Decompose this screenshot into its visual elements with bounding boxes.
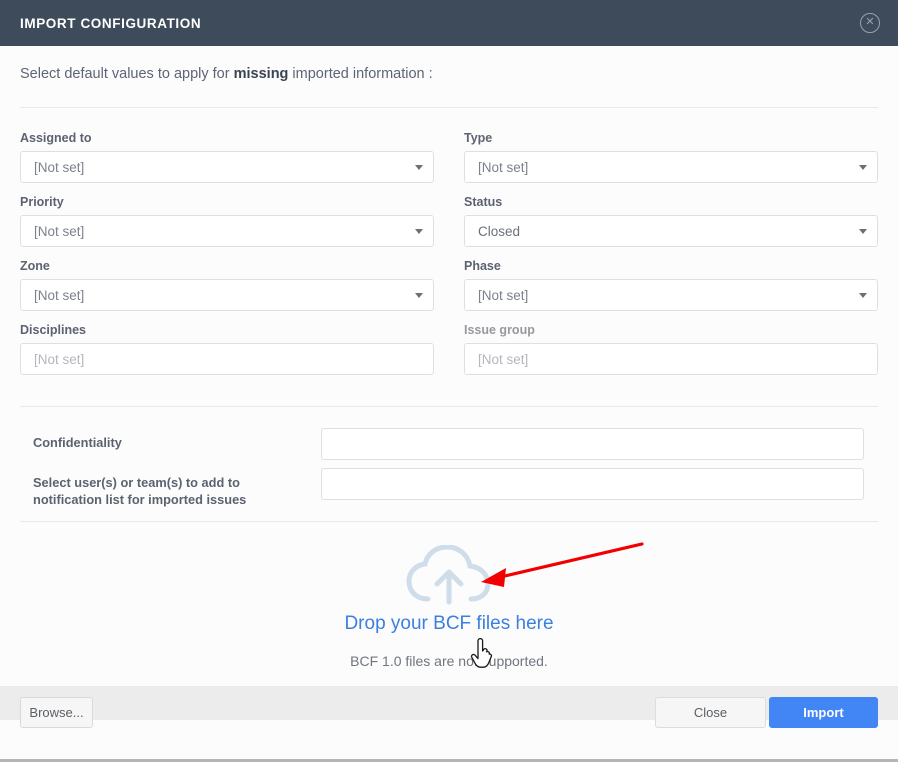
field-label: Phase xyxy=(464,259,501,273)
field-value: Closed xyxy=(478,223,521,239)
field-value: [Not set] xyxy=(34,223,85,239)
field-status: Status Closed xyxy=(464,194,878,247)
field-priority: Priority [Not set] xyxy=(20,194,434,247)
field-value: [Not set] xyxy=(34,351,85,367)
browse-button[interactable]: Browse... xyxy=(20,697,93,728)
divider-middle xyxy=(20,406,878,407)
intro-after: imported information : xyxy=(288,66,433,82)
dialog-footer: Browse... Close Import xyxy=(0,697,898,731)
disciplines-input[interactable]: [Not set] xyxy=(20,343,434,375)
field-label: Issue group xyxy=(464,323,535,337)
divider-bottom xyxy=(20,521,878,522)
field-label: Assigned to xyxy=(20,131,92,145)
dialog-titlebar: IMPORT CONFIGURATION ✕ xyxy=(0,0,898,46)
chevron-down-icon xyxy=(415,229,423,234)
notification-label-line2: notification list for imported issues xyxy=(33,492,247,507)
import-button[interactable]: Import xyxy=(769,697,878,728)
chevron-down-icon xyxy=(859,165,867,170)
intro-before: Select default values to apply for xyxy=(20,66,234,82)
cloud-upload-icon xyxy=(406,545,491,605)
field-phase: Phase [Not set] xyxy=(464,258,878,311)
chevron-down-icon xyxy=(415,165,423,170)
zone-select[interactable]: [Not set] xyxy=(20,279,434,311)
assigned-to-select[interactable]: [Not set] xyxy=(20,151,434,183)
field-assigned-to: Assigned to [Not set] xyxy=(20,130,434,183)
field-label: Zone xyxy=(20,259,50,273)
type-select[interactable]: [Not set] xyxy=(464,151,878,183)
field-value: [Not set] xyxy=(34,159,85,175)
chevron-down-icon xyxy=(859,229,867,234)
field-label: Disciplines xyxy=(20,323,86,337)
dropzone-note: BCF 1.0 files are not supported. xyxy=(350,653,548,669)
priority-select[interactable]: [Not set] xyxy=(20,215,434,247)
file-dropzone[interactable]: Drop your BCF files here BCF 1.0 files a… xyxy=(0,545,898,685)
confidentiality-input[interactable] xyxy=(321,428,864,460)
notification-input[interactable] xyxy=(321,468,864,500)
field-label: Status xyxy=(464,195,503,209)
phase-select[interactable]: [Not set] xyxy=(464,279,878,311)
import-configuration-dialog: IMPORT CONFIGURATION ✕ Select default va… xyxy=(0,0,898,762)
field-value: [Not set] xyxy=(478,159,529,175)
chevron-down-icon xyxy=(859,293,867,298)
field-zone: Zone [Not set] xyxy=(20,258,434,311)
field-label: Type xyxy=(464,131,493,145)
field-disciplines: Disciplines [Not set] xyxy=(20,322,434,375)
field-label: Priority xyxy=(20,195,64,209)
close-button[interactable]: Close xyxy=(655,697,766,728)
confidentiality-label: Confidentiality xyxy=(33,435,122,450)
chevron-down-icon xyxy=(415,293,423,298)
field-value: [Not set] xyxy=(478,351,529,367)
field-type: Type [Not set] xyxy=(464,130,878,183)
status-select[interactable]: Closed xyxy=(464,215,878,247)
intro-emphasis: missing xyxy=(233,66,289,82)
notification-label: Select user(s) or team(s) to add to noti… xyxy=(33,474,313,508)
dropzone-link[interactable]: Drop your BCF files here xyxy=(0,613,898,635)
field-issue-group: Issue group [Not set] xyxy=(464,322,878,375)
close-circle-icon[interactable]: ✕ xyxy=(860,13,880,33)
issue-group-input[interactable]: [Not set] xyxy=(464,343,878,375)
notification-label-line1: Select user(s) or team(s) to add to xyxy=(33,475,240,490)
field-value: [Not set] xyxy=(478,287,529,303)
dialog-title: IMPORT CONFIGURATION xyxy=(20,15,202,31)
divider-top xyxy=(20,107,878,108)
intro-text: Select default values to apply for missi… xyxy=(20,66,433,82)
field-value: [Not set] xyxy=(34,287,85,303)
